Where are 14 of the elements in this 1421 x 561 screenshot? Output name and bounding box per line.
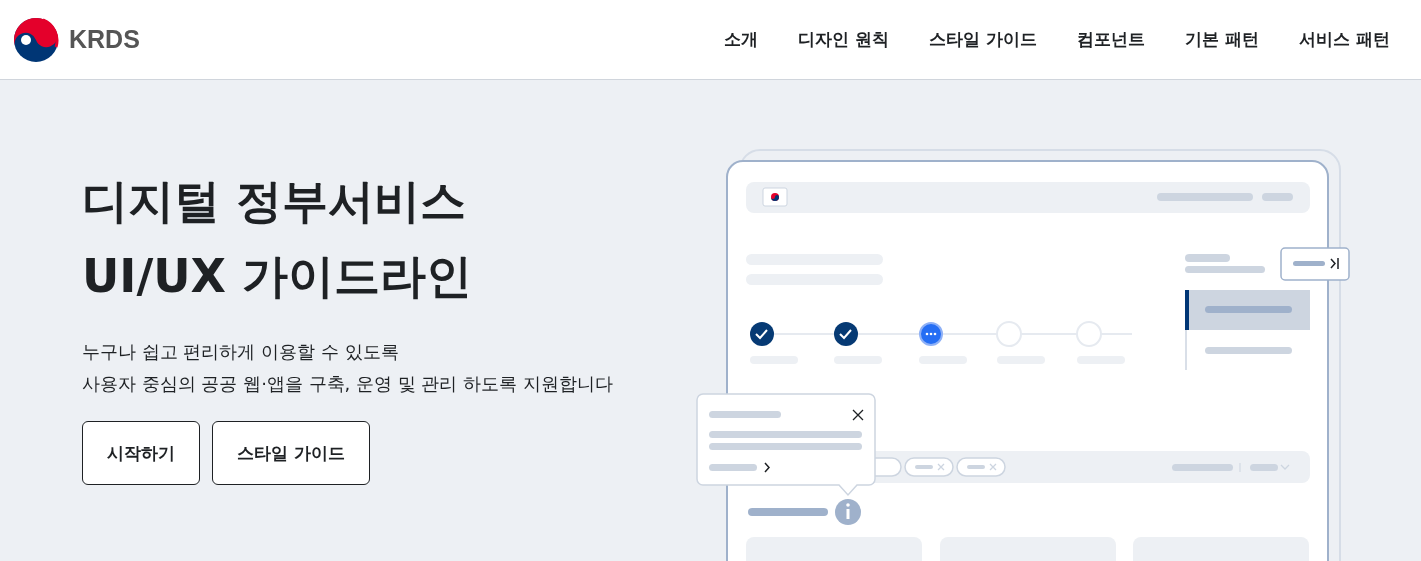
nav-link[interactable]: 서비스 패턴: [1299, 28, 1390, 51]
hero-description: 누구나 쉽고 편리하게 이용할 수 있도록: [82, 340, 399, 364]
nav-link[interactable]: 기본 패턴: [1185, 28, 1260, 51]
nav-link[interactable]: 소개: [724, 28, 759, 51]
logo-text[interactable]: KRDS: [69, 25, 140, 54]
emblem-logo-icon[interactable]: [13, 16, 59, 63]
hero-button[interactable]: 시작하기: [82, 421, 200, 485]
hero-title: UI/UX 가이드라인: [82, 248, 473, 305]
nav-link[interactable]: 컴포넌트: [1077, 28, 1146, 51]
hero-description: 사용자 중심의 공공 웹·앱을 구축, 운영 및 관리 하도록 지원합니다: [82, 372, 613, 396]
hero-button[interactable]: 스타일 가이드: [212, 421, 370, 485]
nav-link[interactable]: 스타일 가이드: [929, 28, 1038, 51]
nav-link[interactable]: 디자인 원칙: [798, 28, 890, 51]
hero-title: 디지털 정부서비스: [82, 173, 466, 230]
